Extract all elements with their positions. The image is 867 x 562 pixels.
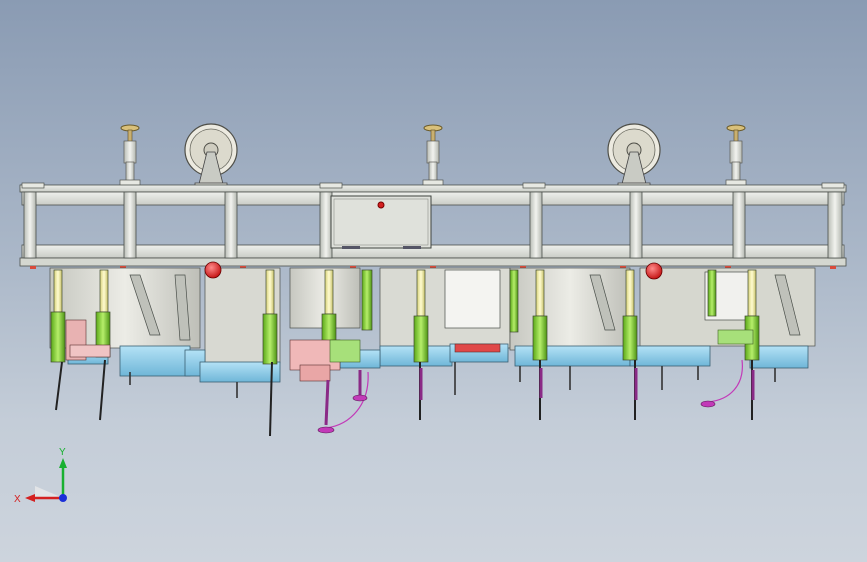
stop-indicator [645, 262, 663, 280]
handwheel-icon [607, 123, 661, 190]
axis-triad-icon: Y X [14, 447, 67, 505]
cylinder-icon [707, 269, 717, 317]
handwheel-icon [184, 123, 238, 190]
leveling-foot-icon [422, 124, 444, 188]
leveling-foot-icon [725, 124, 747, 188]
main-frame [19, 182, 847, 269]
cylinder-icon [361, 269, 373, 331]
axis-x-label: X [14, 494, 21, 505]
stop-indicator [204, 261, 222, 279]
leveling-foot-icon [119, 124, 141, 188]
fixture-drawing: Y X [14, 123, 847, 505]
base-plates [67, 343, 809, 383]
cad-viewport[interactable]: Y X [0, 0, 867, 562]
control-box [330, 195, 432, 249]
cylinder-icon [509, 269, 519, 333]
axis-y-label: Y [59, 447, 66, 458]
